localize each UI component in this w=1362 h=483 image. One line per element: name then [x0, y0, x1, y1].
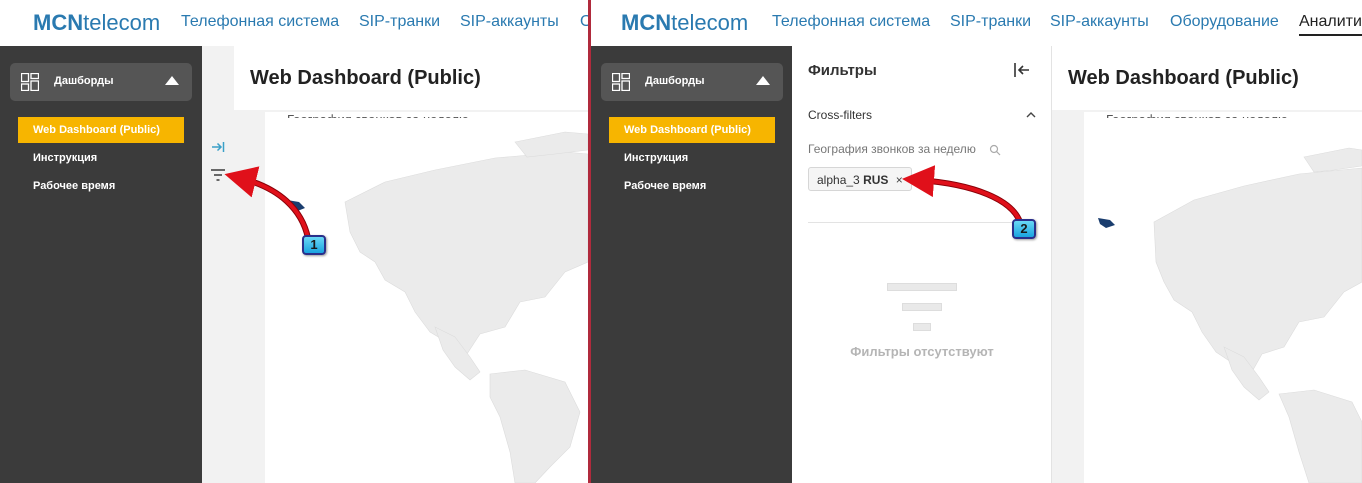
dashboard-title-2: Web Dashboard (Public): [1068, 67, 1299, 89]
collapse-caret-icon[interactable]: [756, 76, 770, 85]
nav-sip-trunks[interactable]: SIP-транки: [359, 13, 440, 31]
dashboard-grid-icon: [612, 73, 630, 91]
south-america-landmass: [489, 369, 581, 483]
nav-sip-accounts-2[interactable]: SIP-аккаунты: [1050, 13, 1149, 31]
sidebar-2: Дашборды Web Dashboard (Public) Инструкц…: [591, 46, 793, 483]
cross-filter-source-label: География звонков за неделю: [808, 142, 976, 156]
sidebar-item-working-hours[interactable]: Рабочее время: [18, 173, 184, 199]
sidebar-item-instruction-2[interactable]: Инструкция: [609, 145, 775, 171]
expand-filters-icon[interactable]: [210, 140, 226, 154]
nav-analytics[interactable]: Аналити: [1299, 13, 1362, 36]
nav-equipment-cut[interactable]: О: [580, 13, 588, 31]
logo-2[interactable]: MCNtelecom: [621, 10, 748, 36]
step-2-badge: 2: [1012, 219, 1036, 239]
filters-panel: Фильтры Cross-filters География звонков …: [792, 46, 1052, 483]
top-navigation-2: MCNtelecom Телефонная система SIP-транки…: [591, 0, 1362, 46]
cross-filters-label: Cross-filters: [808, 108, 873, 122]
world-map: [287, 131, 588, 483]
close-icon[interactable]: ×: [896, 173, 903, 187]
dashboard-header-card-2: Web Dashboard (Public): [1052, 46, 1362, 110]
nav-telephony-system[interactable]: Телефонная система: [181, 13, 339, 31]
highlighted-region-2: [1098, 218, 1115, 228]
map-chart-card-2: География звонков за неделю: [1084, 112, 1362, 483]
filter-chip[interactable]: alpha_3 RUS ×: [808, 167, 912, 191]
dashboards-section-header-2[interactable]: Дашборды: [601, 63, 783, 101]
dashboards-section-header[interactable]: Дашборды: [10, 63, 192, 101]
world-map-2: [1098, 147, 1362, 483]
nav-equipment[interactable]: Оборудование: [1170, 13, 1279, 31]
no-filters-message: Фильтры отсутствуют: [850, 344, 994, 359]
sidebar-item-instruction[interactable]: Инструкция: [18, 145, 184, 171]
filter-icon[interactable]: [210, 168, 226, 182]
filters-title: Фильтры: [808, 62, 877, 79]
dashboard-grid-icon: [21, 73, 39, 91]
sidebar-item-web-dashboard-2[interactable]: Web Dashboard (Public): [609, 117, 775, 143]
empty-illustration-bar-3: [913, 323, 931, 331]
empty-illustration-bar-1: [887, 283, 957, 291]
dashboard-area: Web Dashboard (Public) География звонков…: [202, 46, 588, 483]
dashboard-area-2: Web Dashboard (Public) География звонков…: [1052, 46, 1362, 483]
collapse-filters-icon[interactable]: [1012, 60, 1032, 80]
highlighted-region: [287, 200, 305, 212]
logo[interactable]: MCNtelecom: [33, 10, 160, 36]
step-1-badge: 1: [302, 235, 326, 255]
map-chart-card: География звонков за неделю: [265, 112, 588, 483]
collapse-caret-icon[interactable]: [165, 76, 179, 85]
empty-illustration-bar-2: [902, 303, 942, 311]
top-navigation: MCNtelecom Телефонная система SIP-транки…: [0, 0, 588, 46]
sidebar-item-working-hours-2[interactable]: Рабочее время: [609, 173, 775, 199]
screenshot-right: MCNtelecom Телефонная система SIP-транки…: [591, 0, 1362, 483]
nav-sip-trunks-2[interactable]: SIP-транки: [950, 13, 1031, 31]
section-divider: [808, 222, 1034, 223]
north-america-landmass-2: [1153, 167, 1362, 378]
dashboards-section-title: Дашборды: [54, 75, 114, 87]
north-america-landmass: [344, 151, 588, 358]
sidebar: Дашборды Web Dashboard (Public) Инструкц…: [0, 46, 202, 483]
dashboards-section-title-2: Дашборды: [645, 75, 705, 87]
dashboard-header-card: Web Dashboard (Public): [234, 46, 588, 110]
arctic-landmass-2: [1303, 147, 1362, 173]
screenshot-left: MCNtelecom Телефонная система SIP-транки…: [0, 0, 588, 483]
chip-value: RUS: [863, 173, 889, 187]
sidebar-item-web-dashboard[interactable]: Web Dashboard (Public): [18, 117, 184, 143]
chevron-up-icon[interactable]: [1024, 108, 1038, 122]
nav-telephony-system-2[interactable]: Телефонная система: [772, 13, 930, 31]
chip-key: alpha_3: [817, 173, 860, 187]
nav-sip-accounts[interactable]: SIP-аккаунты: [460, 13, 559, 31]
dashboard-title: Web Dashboard (Public): [250, 67, 481, 89]
south-america-landmass-2: [1278, 389, 1362, 483]
search-icon[interactable]: [989, 144, 1001, 156]
